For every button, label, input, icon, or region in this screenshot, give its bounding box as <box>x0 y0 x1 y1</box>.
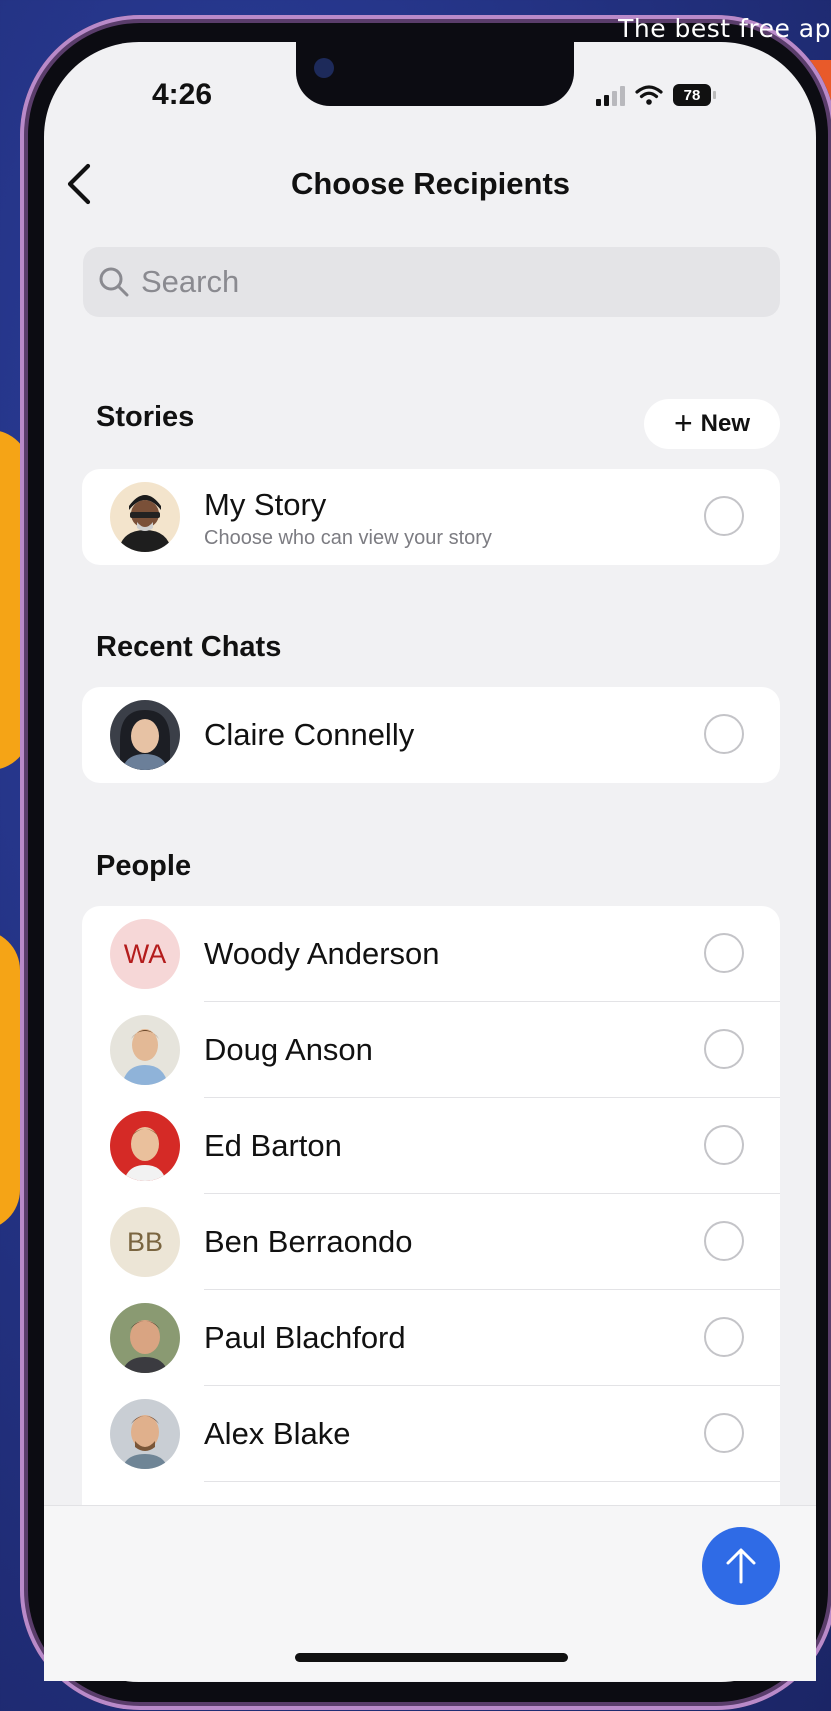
section-title-stories: Stories <box>96 401 195 433</box>
avatar <box>110 1111 180 1181</box>
list-item-name: Ben Berraondo <box>204 1224 413 1259</box>
page-title: Choose Recipients <box>290 166 571 201</box>
people-card: WA Woody Anderson Doug Anson Ed Barton B… <box>82 906 780 1505</box>
arrow-up-icon <box>726 1548 756 1584</box>
list-item-ed-barton[interactable]: Ed Barton <box>82 1098 780 1194</box>
section-title-people: People <box>96 850 192 882</box>
select-radio[interactable] <box>704 714 744 754</box>
search-input[interactable] <box>139 263 743 301</box>
select-radio[interactable] <box>704 1029 744 1069</box>
status-time: 4:26 <box>152 78 213 111</box>
list-item-my-story[interactable]: My Story Choose who can view your story <box>82 469 780 565</box>
list-item-alex-blake[interactable]: Alex Blake <box>82 1386 780 1482</box>
list-item-subtitle: Choose who can view your story <box>204 527 492 549</box>
select-radio[interactable] <box>704 1125 744 1165</box>
avatar <box>110 1303 180 1373</box>
avatar: BB <box>110 1207 180 1277</box>
front-camera <box>314 58 334 78</box>
home-indicator <box>295 1653 568 1662</box>
search-icon <box>99 267 129 297</box>
send-button[interactable] <box>702 1527 780 1605</box>
list-item-paul-blachford[interactable]: Paul Blachford <box>82 1290 780 1386</box>
select-radio[interactable] <box>704 1413 744 1453</box>
list-item-name: Woody Anderson <box>204 936 440 971</box>
list-item-name: Claire Connelly <box>204 717 415 752</box>
list-item-ben-berraondo[interactable]: BB Ben Berraondo <box>82 1194 780 1290</box>
battery-icon: 78 <box>673 84 716 106</box>
avatar-initials: BB <box>110 1207 180 1277</box>
background-shape <box>0 930 20 1230</box>
new-story-button[interactable]: + New <box>644 399 780 449</box>
wifi-icon <box>635 85 663 105</box>
stories-card: My Story Choose who can view your story <box>82 469 780 565</box>
recent-chats-card: Claire Connelly <box>82 687 780 783</box>
avatar <box>110 1015 180 1085</box>
list-item-doug-anson[interactable]: Doug Anson <box>82 1002 780 1098</box>
select-radio[interactable] <box>704 1317 744 1357</box>
plus-icon: + <box>673 404 693 441</box>
list-item-name: Alex Blake <box>204 1416 351 1451</box>
select-radio[interactable] <box>704 496 744 536</box>
avatar <box>110 700 180 770</box>
status-icons: 78 <box>596 84 716 106</box>
list-item-name: Doug Anson <box>204 1032 373 1067</box>
divider <box>204 1481 780 1482</box>
notch <box>296 42 574 106</box>
signal-icon <box>596 84 625 106</box>
section-title-recent-chats: Recent Chats <box>96 631 282 663</box>
list-item-name: Paul Blachford <box>204 1320 406 1355</box>
avatar <box>110 1399 180 1469</box>
avatar <box>110 482 180 552</box>
watermark-text: The best free ap <box>618 14 831 43</box>
list-item-name: My Story <box>204 487 327 522</box>
new-story-label: New <box>700 410 751 437</box>
select-radio[interactable] <box>704 933 744 973</box>
avatar: WA <box>110 919 180 989</box>
search-bar[interactable] <box>83 247 780 317</box>
list-item-name: Ed Barton <box>204 1128 342 1163</box>
list-item-claire-connelly[interactable]: Claire Connelly <box>82 687 780 783</box>
avatar-initials: WA <box>110 919 180 989</box>
select-radio[interactable] <box>704 1221 744 1261</box>
list-item-woody-anderson[interactable]: WA Woody Anderson <box>82 906 780 1002</box>
